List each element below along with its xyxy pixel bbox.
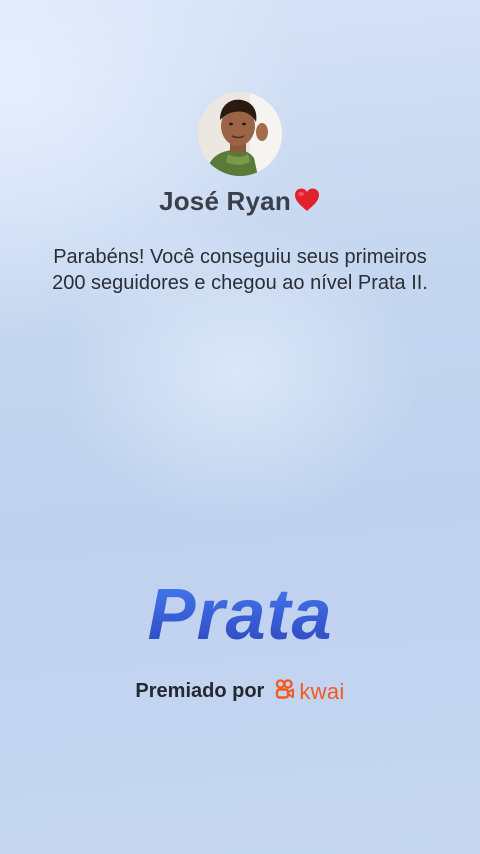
achievement-screen: José Ryan Parabéns! Você conseguiu seus … (0, 0, 480, 854)
awarded-by: Premiado por kwai (0, 678, 480, 705)
profile-name: José Ryan (0, 186, 480, 220)
avatar (198, 92, 282, 176)
kwai-logo: kwai (274, 678, 344, 705)
kwai-wordmark: kwai (299, 678, 345, 704)
awarded-by-label: Premiado por (135, 680, 265, 702)
profile-name-text: José Ryan (159, 186, 291, 216)
achievement-message: Parabéns! Você conseguiu seus primeiros … (52, 246, 428, 294)
kwai-logo-icon (274, 678, 296, 705)
red-heart-icon (293, 187, 321, 220)
avatar-photo (198, 92, 282, 176)
level-title: Prata (0, 574, 480, 656)
